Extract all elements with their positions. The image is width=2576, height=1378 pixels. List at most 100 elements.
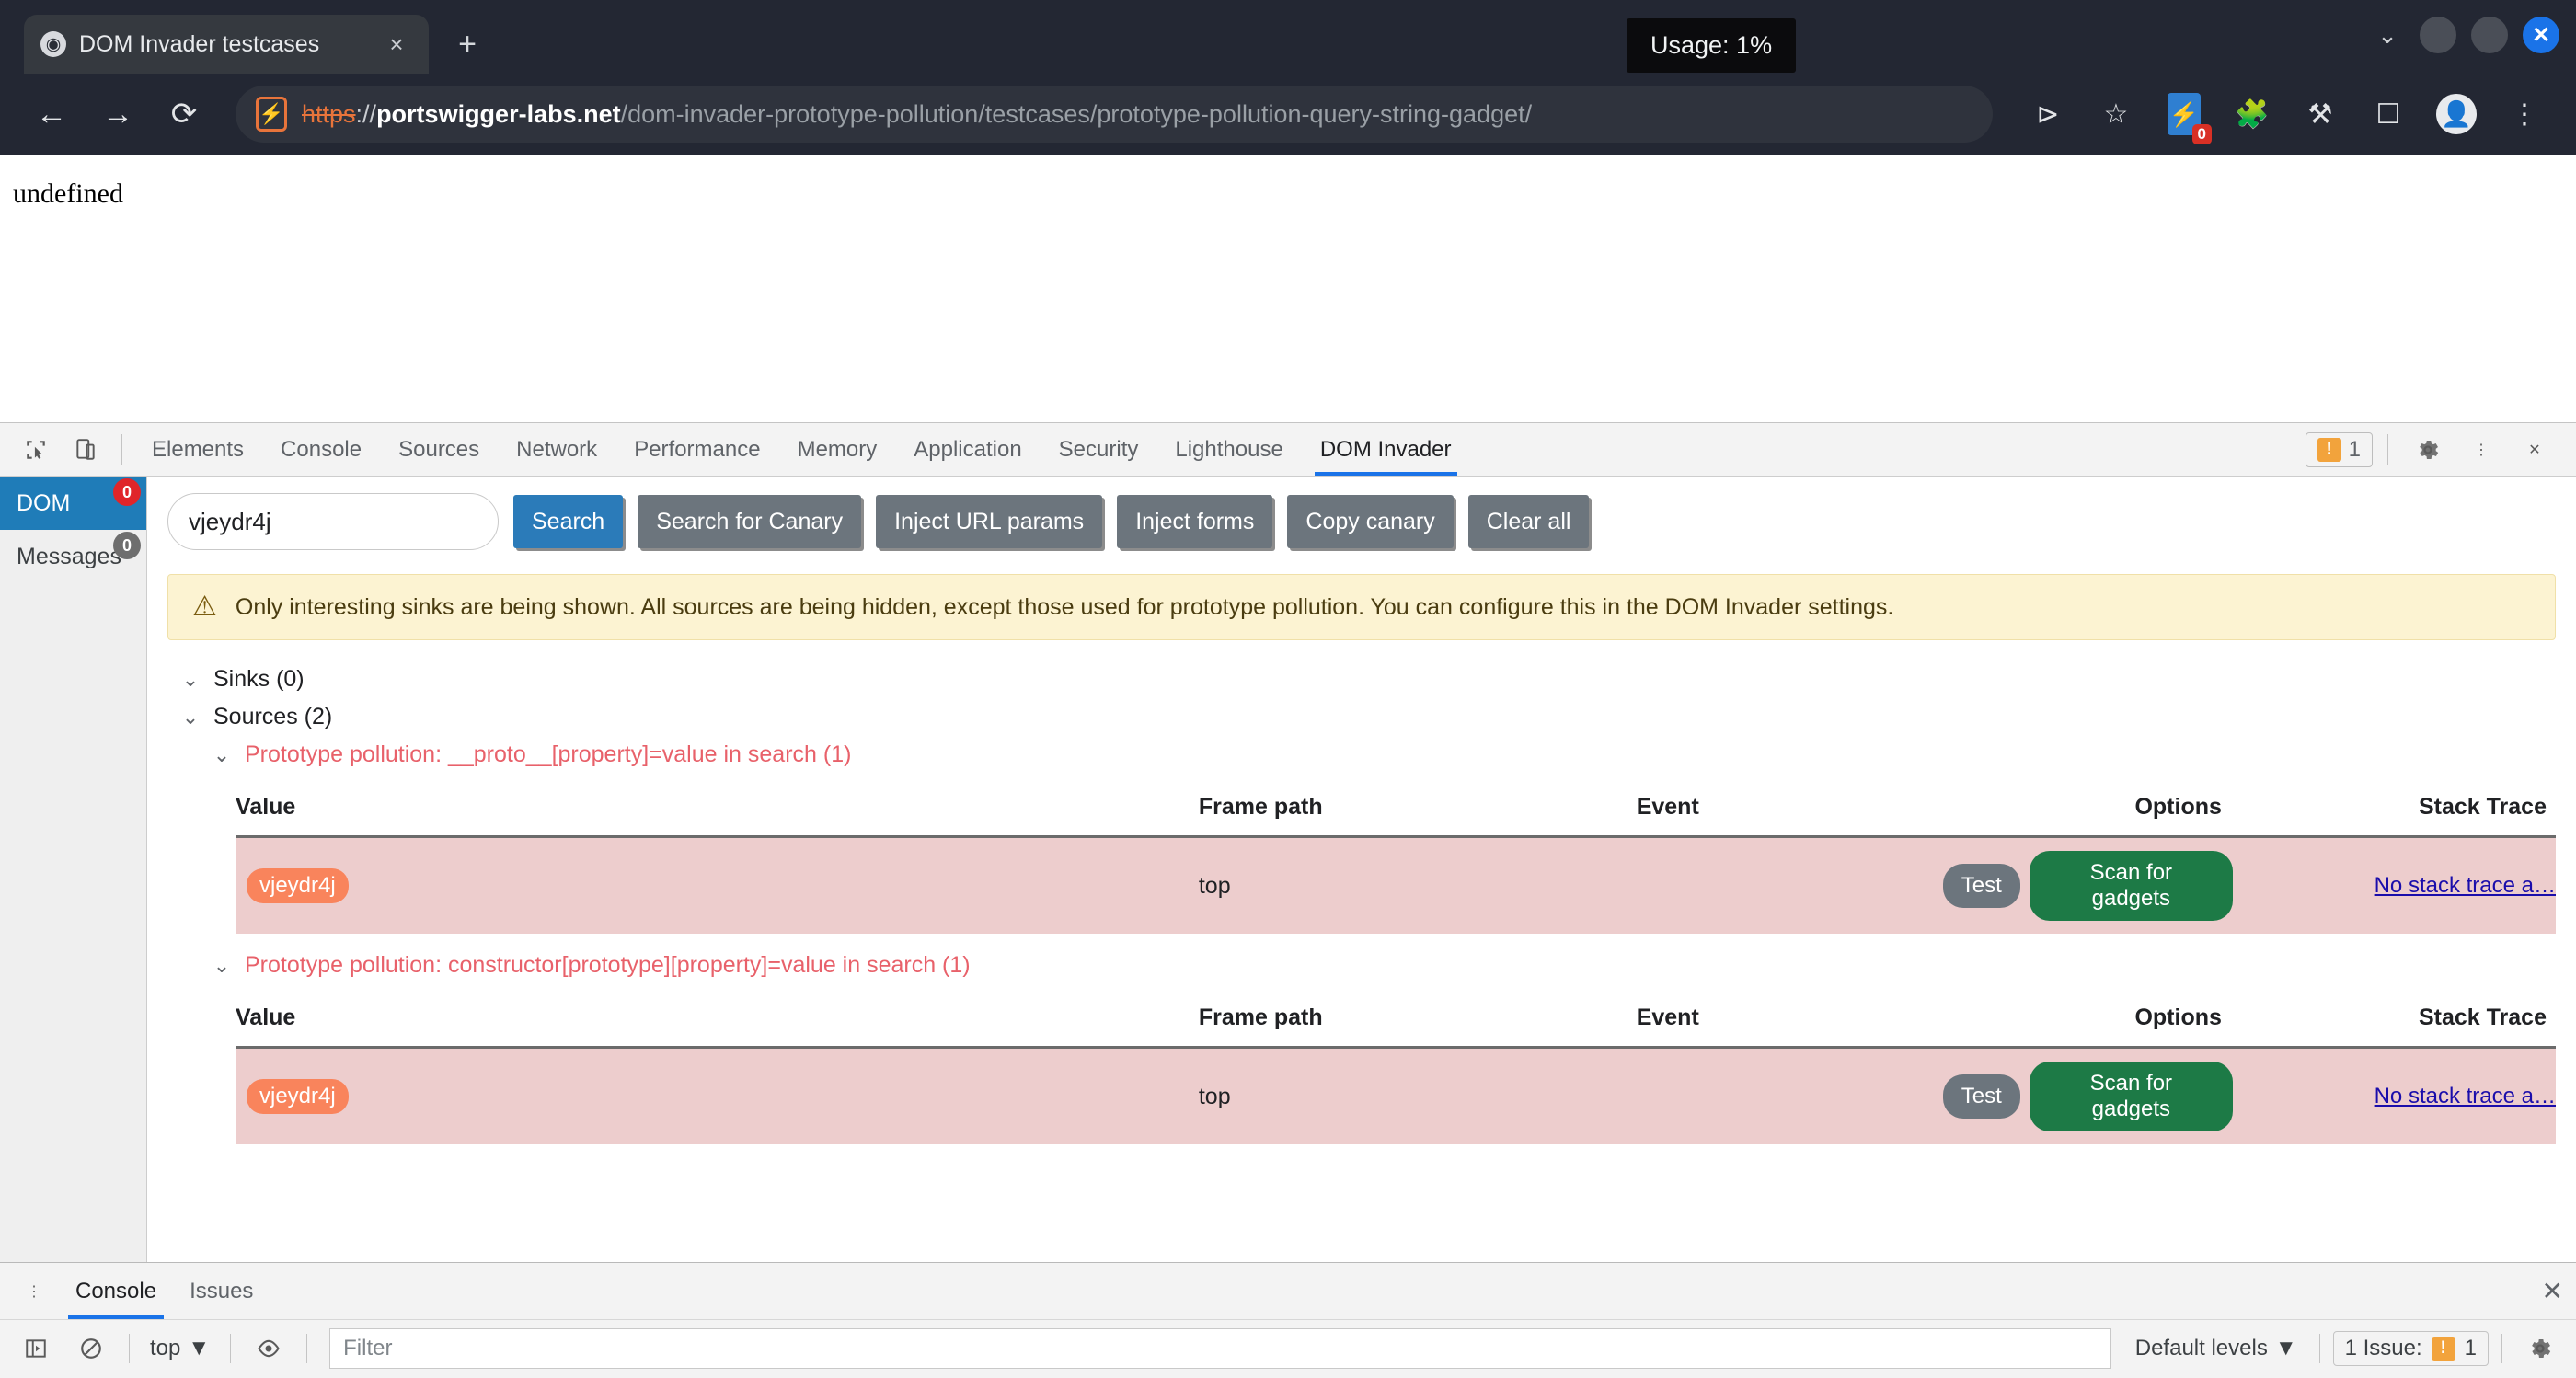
tab-network[interactable]: Network [498, 423, 615, 476]
more-options-icon[interactable]: ⋮ [9, 1269, 59, 1314]
search-button[interactable]: Search [513, 495, 624, 548]
warning-count: 1 [2348, 436, 2361, 462]
minimize-button[interactable] [2420, 17, 2456, 53]
close-window-button[interactable]: ✕ [2523, 17, 2559, 53]
navigation-bar: ← → ⟳ ⚡ https://portswigger-labs.net/dom… [0, 74, 2576, 155]
chevron-down-icon: ▼ [2274, 1336, 2297, 1361]
chevron-down-icon: ▼ [188, 1336, 211, 1361]
tab-elements[interactable]: Elements [133, 423, 262, 476]
close-devtools-icon[interactable]: ✕ [2510, 428, 2559, 472]
clear-console-icon[interactable] [66, 1326, 116, 1371]
tree-node-source-group[interactable]: ⌄ Prototype pollution: constructor[proto… [167, 947, 2556, 984]
console-toolbar: top ▼ Default levels ▼ 1 Issue: ! 1 [0, 1320, 2576, 1377]
sidepanel-icon[interactable]: ☐ [2359, 85, 2418, 144]
search-input[interactable] [167, 493, 499, 550]
console-divider [129, 1334, 130, 1363]
scan-for-gadgets-button[interactable]: Scan for gadgets [2029, 1062, 2233, 1131]
burp-extension-icon[interactable]: ⚡ 0 [2155, 85, 2214, 144]
execution-context-selector[interactable]: top ▼ [143, 1336, 217, 1361]
table-row[interactable]: vjeydr4j top Test Scan for gadgets No st… [236, 1047, 2556, 1144]
back-icon[interactable]: ← [22, 85, 81, 144]
tab-performance[interactable]: Performance [615, 423, 778, 476]
devtools-warning-badge[interactable]: ! 1 [2305, 431, 2373, 467]
cell-value: vjeydr4j [236, 836, 1199, 934]
chevron-down-icon[interactable]: ⌄ [180, 668, 201, 692]
tab-sources[interactable]: Sources [380, 423, 498, 476]
column-header-event: Event [1636, 783, 1943, 838]
copy-canary-button[interactable]: Copy canary [1287, 495, 1454, 548]
drawer-tab-issues[interactable]: Issues [173, 1263, 270, 1319]
search-for-canary-button[interactable]: Search for Canary [638, 495, 862, 548]
issues-badge[interactable]: 1 Issue: ! 1 [2332, 1331, 2489, 1366]
sources-label: Sources (2) [213, 704, 333, 729]
more-options-icon[interactable]: ⋮ [2456, 428, 2506, 472]
results-tree: ⌄ Sinks (0) ⌄ Sources (2) ⌄ Prototype po… [147, 640, 2576, 1262]
share-icon[interactable]: ⊳ [2018, 85, 2077, 144]
log-levels-selector[interactable]: Default levels ▼ [2126, 1336, 2306, 1361]
bookmark-star-icon[interactable]: ☆ [2087, 85, 2145, 144]
address-bar[interactable]: ⚡ https://portswigger-labs.net/dom-invad… [236, 86, 1993, 143]
context-label: top [150, 1336, 181, 1361]
cell-options: Test Scan for gadgets [1942, 836, 2249, 934]
levels-label: Default levels [2134, 1336, 2268, 1361]
inject-forms-button[interactable]: Inject forms [1117, 495, 1273, 548]
console-divider-3 [306, 1334, 308, 1363]
close-drawer-icon[interactable]: ✕ [2542, 1276, 2563, 1306]
tab-lighthouse[interactable]: Lighthouse [1156, 423, 1301, 476]
test-button[interactable]: Test [1942, 864, 2020, 908]
tab-security[interactable]: Security [1041, 423, 1157, 476]
sidebar-item-label: Messages [17, 543, 121, 569]
chevron-down-icon[interactable]: ⌄ [180, 706, 201, 729]
maximize-button[interactable] [2471, 17, 2508, 53]
scan-for-gadgets-button[interactable]: Scan for gadgets [2029, 851, 2233, 921]
cell-event [1636, 1047, 1943, 1144]
extensions-puzzle-icon[interactable]: 🧩 [2223, 85, 2282, 144]
tree-node-sinks[interactable]: ⌄ Sinks (0) [167, 660, 2556, 698]
not-secure-icon[interactable]: ⚡ [256, 97, 287, 132]
settings-gear-icon[interactable] [2403, 428, 2453, 472]
test-button[interactable]: Test [1942, 1074, 2020, 1119]
more-menu-icon[interactable]: ⋮ [2495, 85, 2554, 144]
device-toolbar-icon[interactable] [61, 428, 110, 472]
inject-url-params-button[interactable]: Inject URL params [876, 495, 1103, 548]
settings-gear-icon[interactable] [2515, 1326, 2565, 1371]
profile-avatar-icon[interactable]: 👤 [2427, 85, 2486, 144]
table-row[interactable]: vjeydr4j top Test Scan for gadgets No st… [236, 836, 2556, 934]
tab-application[interactable]: Application [895, 423, 1040, 476]
tab-title: DOM Invader testcases [79, 30, 320, 57]
stack-trace-link[interactable]: No stack trace a… [2375, 1084, 2556, 1108]
new-tab-button[interactable]: + [442, 18, 493, 70]
clear-all-button[interactable]: Clear all [1467, 495, 1590, 548]
url-path: /dom-invader-prototype-pollution/testcas… [620, 99, 1533, 128]
flask-icon[interactable]: ⚒ [2291, 85, 2350, 144]
sidebar-item-messages[interactable]: Messages 0 [0, 530, 146, 583]
console-sidebar-icon[interactable] [11, 1326, 61, 1371]
dom-invader-toolbar: Search Search for Canary Inject URL para… [147, 477, 2576, 559]
reload-icon[interactable]: ⟳ [155, 85, 213, 144]
stack-trace-link[interactable]: No stack trace a… [2375, 873, 2556, 898]
tab-dom-invader[interactable]: DOM Invader [1302, 423, 1470, 476]
tab-console[interactable]: Console [262, 423, 380, 476]
table-header-row: Value Frame path Event Options Stack Tra… [236, 993, 2556, 1049]
chevron-down-icon[interactable]: ⌄ [2370, 21, 2405, 50]
drawer-tab-console[interactable]: Console [59, 1263, 173, 1319]
sinks-label: Sinks (0) [213, 666, 305, 692]
inspect-element-icon[interactable] [11, 428, 61, 472]
close-icon[interactable]: × [381, 29, 412, 60]
cell-options: Test Scan for gadgets [1942, 1047, 2249, 1144]
sidebar-item-dom[interactable]: DOM 0 [0, 477, 146, 530]
warning-icon: ! [2317, 437, 2341, 462]
tree-node-source-group[interactable]: ⌄ Prototype pollution: __proto__[propert… [167, 736, 2556, 774]
console-filter-input[interactable] [329, 1328, 2111, 1369]
settings-notice-banner: ⚠ Only interesting sinks are being shown… [167, 574, 2556, 640]
column-header-value: Value [236, 783, 1199, 838]
chevron-down-icon[interactable]: ⌄ [212, 954, 232, 978]
frame-path-text: top [1198, 872, 1231, 899]
eye-live-expression-icon[interactable] [244, 1326, 293, 1371]
tab-memory[interactable]: Memory [779, 423, 896, 476]
forward-icon[interactable]: → [88, 85, 147, 144]
browser-tab[interactable]: ◉ DOM Invader testcases × [24, 15, 429, 74]
tree-node-sources[interactable]: ⌄ Sources (2) [167, 698, 2556, 736]
chevron-down-icon[interactable]: ⌄ [212, 743, 232, 767]
cell-value: vjeydr4j [236, 1047, 1199, 1144]
